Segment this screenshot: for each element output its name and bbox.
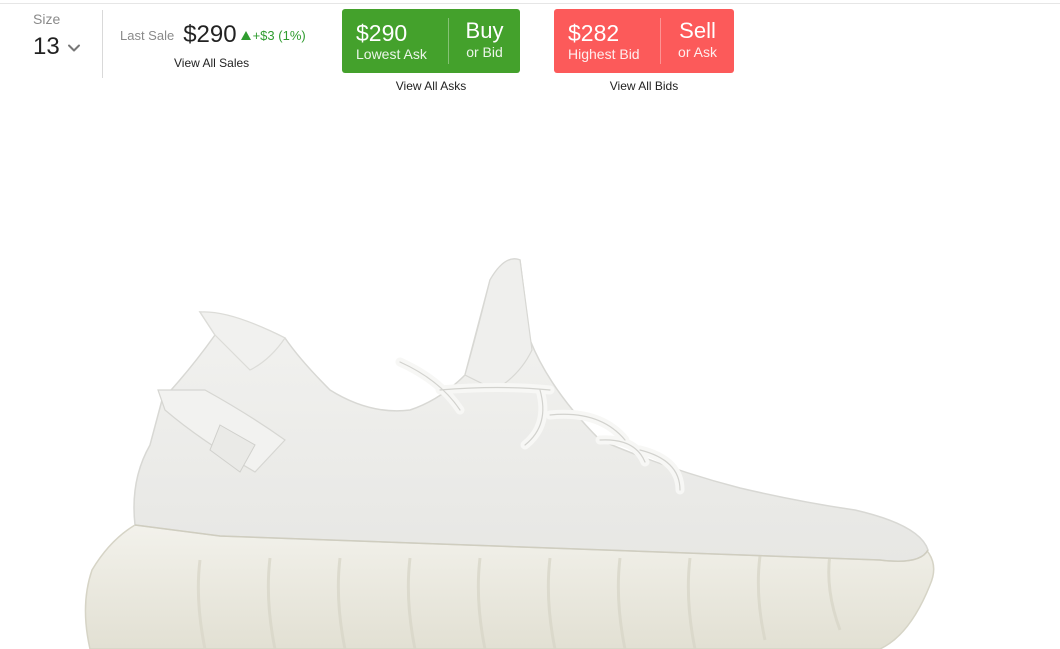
top-border xyxy=(0,3,1060,4)
highest-bid-section: $282 Highest Bid xyxy=(554,9,660,73)
price-change-value: +$3 (1%) xyxy=(252,27,306,43)
buy-action-section: Buy or Bid xyxy=(449,9,520,73)
or-ask-label: or Ask xyxy=(678,44,717,60)
view-all-asks-link[interactable]: View All Asks xyxy=(342,79,520,93)
product-image xyxy=(84,258,935,649)
view-all-bids-link[interactable]: View All Bids xyxy=(554,79,734,93)
view-all-sales-link[interactable]: View All Sales xyxy=(174,56,249,70)
chevron-down-icon xyxy=(68,44,80,52)
lowest-ask-label: Lowest Ask xyxy=(356,46,427,62)
last-sale-label: Last Sale xyxy=(120,27,175,43)
sell-button[interactable]: $282 Highest Bid Sell or Ask xyxy=(554,9,734,73)
highest-bid-label: Highest Bid xyxy=(568,46,640,62)
last-sale-summary: Last Sale $290 +$3 (1%) xyxy=(120,21,306,49)
lowest-ask-section: $290 Lowest Ask xyxy=(342,9,448,73)
buy-button[interactable]: $290 Lowest Ask Buy or Bid xyxy=(342,9,520,73)
or-bid-label: or Bid xyxy=(466,44,503,60)
arrow-up-icon xyxy=(240,30,251,40)
size-label: Size xyxy=(33,11,61,27)
buy-label: Buy xyxy=(465,18,504,43)
highest-bid-price: $282 xyxy=(568,20,620,46)
lowest-ask-price: $290 xyxy=(356,20,408,46)
price-change: +$3 (1%) xyxy=(240,27,306,43)
vertical-divider xyxy=(102,10,103,78)
size-dropdown[interactable]: 13 xyxy=(33,33,81,61)
size-value: 13 xyxy=(33,33,60,60)
sell-action-section: Sell or Ask xyxy=(661,9,734,73)
sell-label: Sell xyxy=(679,18,716,43)
last-sale-price: $290 xyxy=(183,21,237,48)
size-selector-block: Size 13 xyxy=(33,11,80,60)
